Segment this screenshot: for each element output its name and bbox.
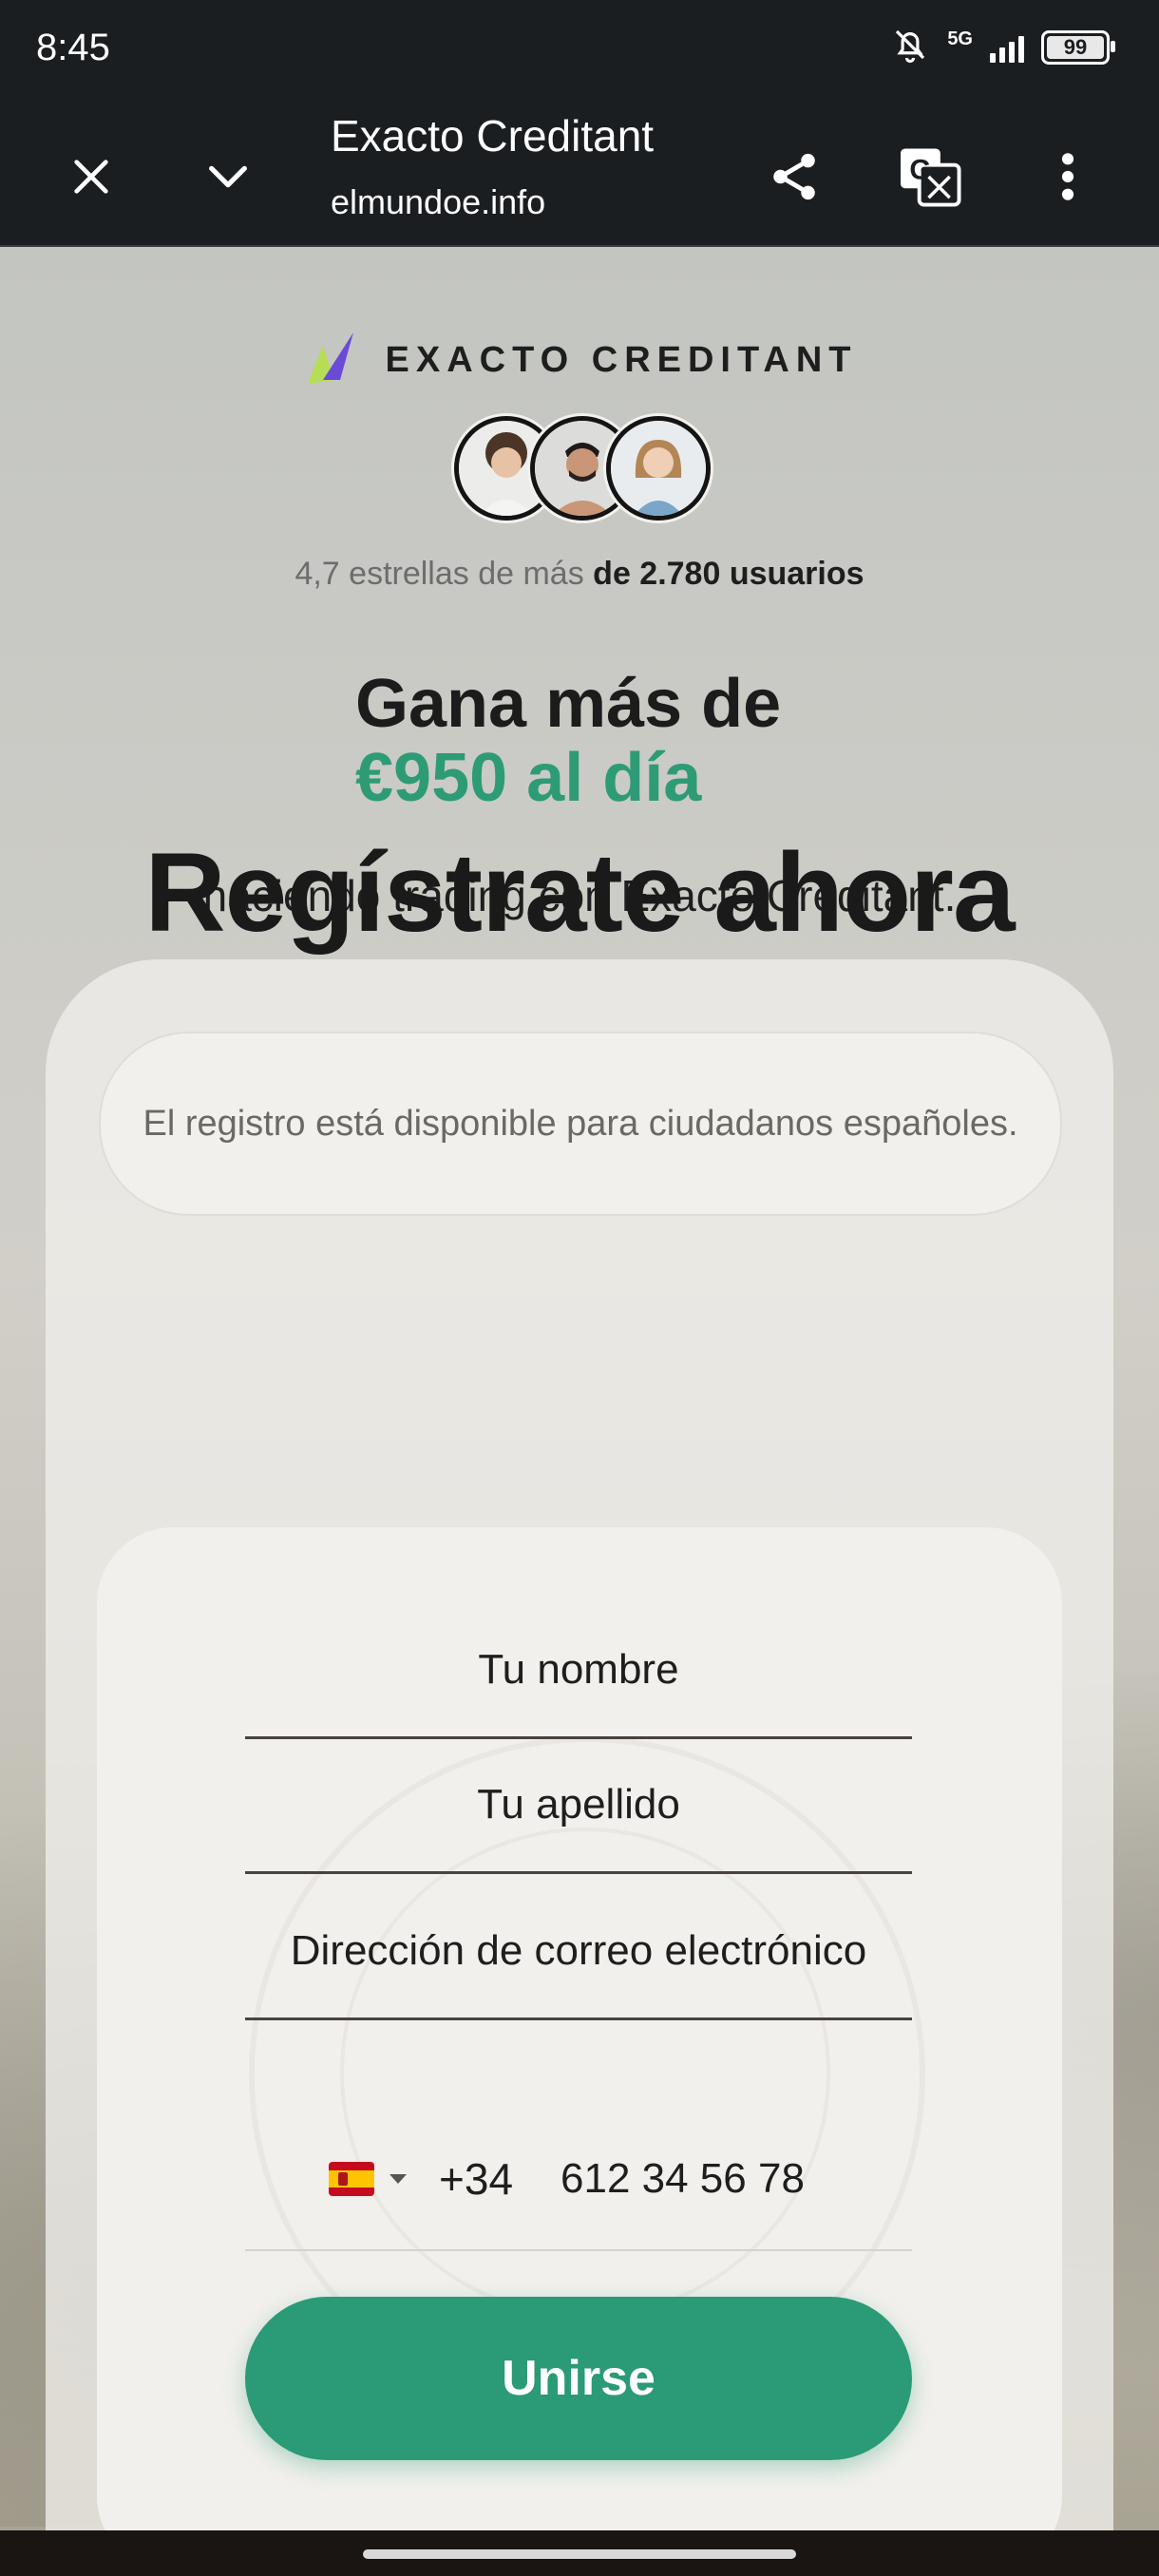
spain-flag-icon[interactable]	[329, 2162, 374, 2196]
join-button[interactable]: Unirse	[245, 2297, 912, 2460]
brand: EXACTO CREDITANT	[0, 331, 1159, 390]
signal-icon	[990, 32, 1024, 63]
share-icon[interactable]	[756, 139, 832, 215]
email-input[interactable]	[245, 1927, 912, 1975]
network-label: 5G	[947, 28, 973, 49]
rating-users: de 2.780 usuarios	[593, 556, 864, 592]
caret-down-icon[interactable]	[390, 2174, 407, 2184]
close-icon[interactable]	[53, 139, 129, 215]
rating-text: 4,7 estrellas de más de 2.780 usuarios	[0, 556, 1159, 593]
brand-logo-icon	[302, 331, 353, 390]
battery-icon: 99	[1041, 29, 1115, 65]
status-bar: 8:45 5G 99	[0, 0, 1159, 106]
browser-toolbar: Exacto Creditant elmundoe.info G	[0, 106, 1159, 247]
status-time: 8:45	[36, 27, 110, 68]
page-title: Exacto Creditant	[331, 111, 655, 161]
brand-name: EXACTO CREDITANT	[385, 340, 858, 380]
dial-code: +34	[439, 2154, 514, 2204]
rating-prefix: 4,7 estrellas de más	[294, 556, 584, 592]
email-field	[245, 1885, 912, 2020]
phone-input[interactable]	[559, 2154, 885, 2204]
first-name-field	[245, 1527, 912, 1739]
translate-icon[interactable]: G	[893, 139, 969, 215]
hero-accent: €950 al día	[355, 740, 702, 816]
more-vert-icon[interactable]	[1030, 139, 1106, 215]
battery-level: 99	[1063, 34, 1088, 59]
hero-headline: Gana más de €950 al día	[355, 667, 781, 815]
chevron-down-icon[interactable]	[190, 139, 266, 215]
avatar	[606, 416, 711, 521]
svg-text:G: G	[909, 154, 931, 185]
web-page: EXACTO CREDITANT 4,7 estrellas de más de…	[0, 247, 1159, 2530]
registration-form: +34 Unirse	[97, 1527, 1062, 2530]
navigation-bar	[0, 2530, 1159, 2576]
page-url[interactable]: elmundoe.info	[331, 182, 545, 222]
last-name-input[interactable]	[245, 1781, 912, 1828]
mute-bell-icon	[890, 25, 930, 69]
last-name-field	[245, 1738, 912, 1874]
status-icons: 5G 99	[890, 25, 1115, 69]
hero-headline-text: Gana más de	[355, 666, 782, 742]
home-handle[interactable]	[363, 2549, 796, 2559]
register-title: Regístrate ahora	[144, 830, 1015, 956]
registration-notice: El registro está disponible para ciudada…	[99, 1032, 1062, 1216]
first-name-input[interactable]	[245, 1646, 912, 1694]
avatar-group	[454, 416, 711, 521]
phone-field: +34	[245, 2109, 912, 2251]
